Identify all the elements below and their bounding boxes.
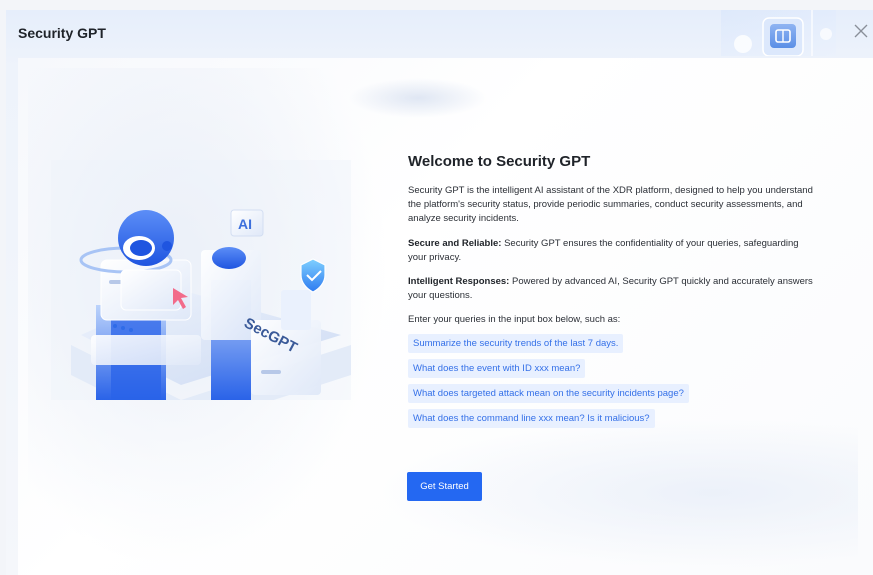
secure-label: Secure and Reliable:: [408, 237, 502, 249]
ai-badge: AI: [230, 209, 264, 237]
dialog-header: Security GPT: [6, 10, 873, 56]
welcome-section: Welcome to Security GPT Security GPT is …: [408, 153, 818, 433]
security-gpt-dialog: Security GPT SecGPT AI Welcome to Securi…: [6, 10, 873, 575]
example-query[interactable]: What does the command line xxx mean? Is …: [408, 409, 655, 429]
intro-paragraph: Security GPT is the intelligent AI assis…: [408, 185, 813, 225]
example-query[interactable]: What does targeted attack mean on the se…: [408, 384, 689, 404]
example-query[interactable]: What does the event with ID xxx mean?: [408, 359, 586, 379]
examples-intro: Enter your queries in the input box belo…: [408, 314, 621, 326]
security-gpt-illustration: SecGPT AI: [51, 160, 351, 400]
dialog-title: Security GPT: [18, 25, 106, 41]
secure-paragraph: Secure and Reliable: Security GPT ensure…: [408, 237, 818, 265]
close-icon[interactable]: [852, 22, 870, 40]
welcome-title: Welcome to Security GPT: [408, 153, 591, 170]
get-started-button[interactable]: Get Started: [407, 472, 482, 501]
background-glow: [348, 78, 488, 118]
example-query[interactable]: Summarize the security trends of the las…: [408, 334, 624, 354]
intelligent-paragraph: Intelligent Responses: Powered by advanc…: [408, 275, 818, 303]
intelligent-label: Intelligent Responses:: [408, 276, 510, 288]
svg-text:AI: AI: [238, 216, 252, 232]
header-decoration: [721, 10, 836, 56]
